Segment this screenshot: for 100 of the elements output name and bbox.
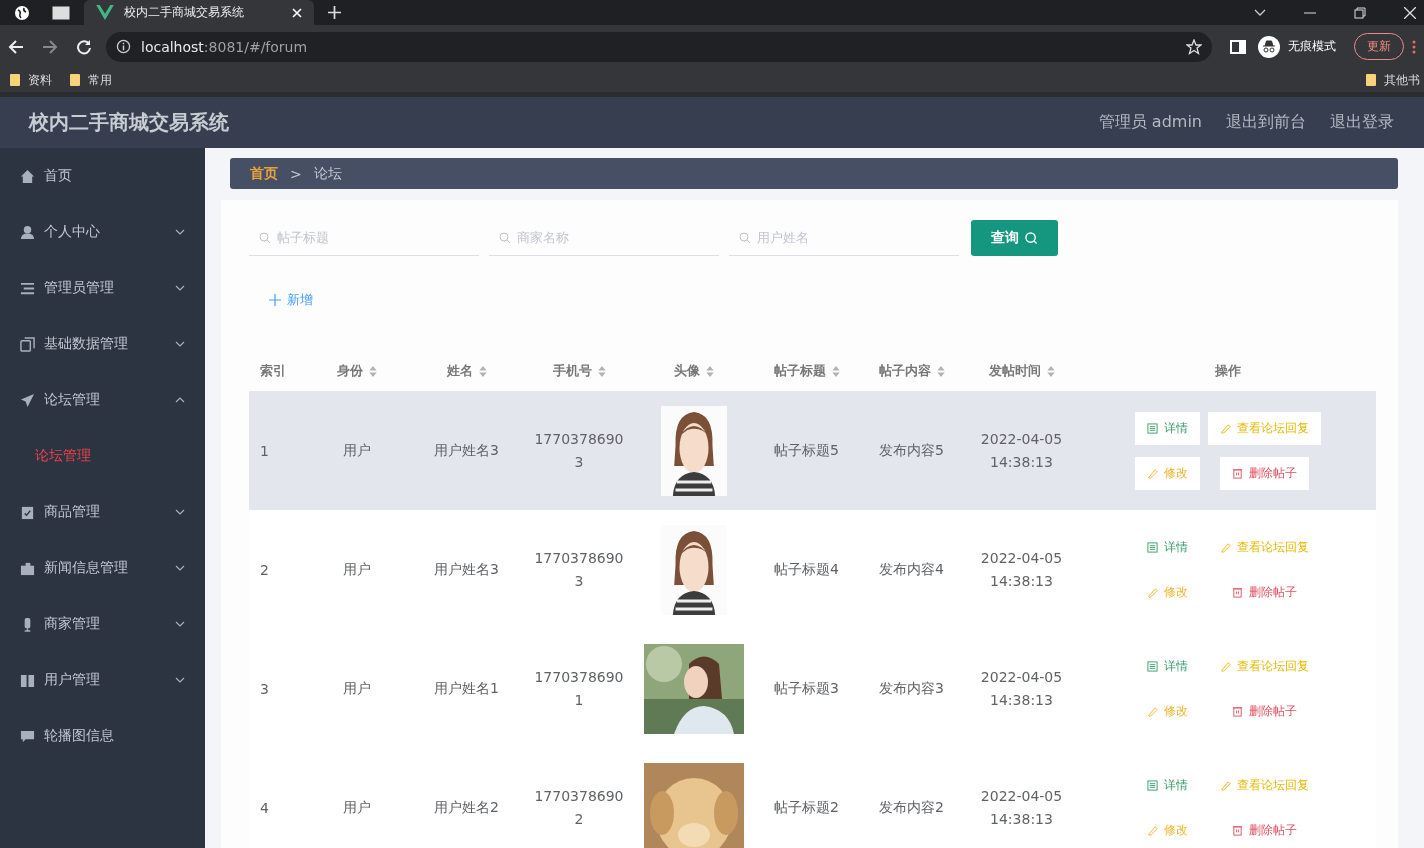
info-icon[interactable] <box>116 39 131 54</box>
table-cell: 用户 <box>342 798 371 817</box>
table-cell: 帖子标题2 <box>774 798 839 817</box>
send-icon <box>20 392 35 408</box>
chevron-down-icon <box>175 341 185 347</box>
vue-logo-icon <box>96 5 114 20</box>
check-icon <box>20 504 35 520</box>
restore-icon[interactable] <box>1354 6 1366 19</box>
table-cell: 发布内容5 <box>879 441 944 460</box>
add-button[interactable]: 新增 <box>269 291 313 309</box>
column-header[interactable]: 帖子标题 <box>754 362 859 380</box>
wallet-icon <box>20 560 35 576</box>
side-panel-icon[interactable] <box>1230 39 1246 54</box>
sidebar-item[interactable]: 基础数据管理 <box>0 316 205 372</box>
sidebar-item[interactable]: 管理员管理 <box>0 260 205 316</box>
table-cell: 发布内容2 <box>879 798 944 817</box>
table-cell: 发布内容3 <box>879 679 944 698</box>
incognito-indicator[interactable]: 无痕模式 <box>1258 35 1336 58</box>
minimize-icon[interactable] <box>1304 11 1316 14</box>
chevron-down-icon <box>175 621 185 627</box>
header-link[interactable]: 管理员 admin <box>1098 112 1202 133</box>
close-icon[interactable] <box>1404 6 1416 19</box>
pencil-icon <box>1219 660 1231 672</box>
breadcrumb-link[interactable]: 论坛 <box>313 164 342 183</box>
address-bar[interactable]: localhost:8081/#/forum <box>106 31 1212 62</box>
back-icon[interactable] <box>8 38 24 55</box>
search-field[interactable]: 用户姓名 <box>729 220 959 256</box>
column-header[interactable]: 手机号 <box>524 362 634 380</box>
reload-icon[interactable] <box>76 38 92 55</box>
incognito-icon <box>1258 35 1280 58</box>
chevron-down-icon[interactable] <box>1254 8 1266 17</box>
star-icon[interactable] <box>1186 38 1202 55</box>
sidebar-item[interactable]: 论坛管理 <box>0 372 205 428</box>
chevron-down-icon <box>175 565 185 571</box>
trash-icon <box>1231 586 1243 598</box>
chevron-down-icon <box>175 229 185 235</box>
sidebar-item[interactable]: 新闻信息管理 <box>0 540 205 596</box>
sidebar-item[interactable]: 首页 <box>0 148 205 204</box>
search-icon <box>739 232 751 244</box>
document-icon <box>1146 541 1158 553</box>
breadcrumb-separator: > <box>290 165 302 182</box>
header-link[interactable]: 退出到前台 <box>1226 112 1306 133</box>
column-header: 操作 <box>1213 362 1242 380</box>
more-icon[interactable] <box>1412 39 1416 54</box>
bookmark-item[interactable]: 资料 <box>10 71 52 89</box>
search-icon <box>1025 231 1038 245</box>
window-icon[interactable] <box>52 5 70 20</box>
table-cell: 用户姓名1 <box>434 679 499 698</box>
table-cell-text: 1770378690 3 <box>534 429 624 472</box>
detail-button[interactable]: 详情 <box>1134 411 1200 445</box>
tab-title: 校内二手商城交易系统 <box>124 4 245 21</box>
sidebar-item[interactable]: 商家管理 <box>0 596 205 652</box>
column-header[interactable]: 帖子内容 <box>859 362 964 380</box>
table-row[interactable]: 1 用户 用户姓名3 1770378690 3 帖子标题5 发布内容5 2022-04-05 14:38:13 详情 查看论坛回复 修改 删除帖子 <box>249 391 1376 510</box>
table-cell-text: 2022-04-05 14:38:13 <box>980 429 1063 472</box>
sidebar-item[interactable]: 商品管理 <box>0 484 205 540</box>
browser-tab[interactable]: 校内二手商城交易系统 <box>84 0 314 25</box>
column-header[interactable]: 姓名 <box>409 362 524 380</box>
home-icon <box>20 168 35 184</box>
column-header[interactable]: 发帖时间 <box>964 362 1079 380</box>
forward-icon[interactable] <box>42 38 58 55</box>
sidebar-item[interactable]: 个人中心 <box>0 204 205 260</box>
pencil-icon <box>1146 586 1158 598</box>
table-cell-text: 1770378690 1 <box>534 667 624 710</box>
book-icon <box>20 672 35 688</box>
user-icon <box>20 224 35 240</box>
table-cell: 用户姓名3 <box>434 560 499 579</box>
document-icon <box>1146 422 1158 434</box>
sidebar-subitem[interactable]: 论坛管理 <box>0 428 205 484</box>
table-cell: 用户 <box>342 441 371 460</box>
document-icon <box>1146 660 1158 672</box>
table-cell: 帖子标题5 <box>774 441 839 460</box>
table-cell: 用户姓名3 <box>434 441 499 460</box>
table-cell: 4 <box>260 799 269 816</box>
chat-icon <box>20 728 35 744</box>
delete-button[interactable]: 删除帖子 <box>1219 456 1309 490</box>
new-tab-icon[interactable] <box>328 6 341 19</box>
bookmark-item[interactable]: 其他书 <box>1366 71 1420 89</box>
search-button[interactable]: 查询 <box>971 220 1058 256</box>
search-field[interactable]: 商家名称 <box>489 220 719 256</box>
sidebar-item[interactable]: 轮播图信息 <box>0 708 205 764</box>
app-title: 校内二手商城交易系统 <box>29 109 229 136</box>
header-link[interactable]: 退出登录 <box>1330 112 1394 133</box>
pencil-icon <box>1219 779 1231 791</box>
search-icon <box>259 232 271 244</box>
table-cell-text: 2022-04-05 14:38:13 <box>980 548 1063 591</box>
chevron-down-icon <box>175 509 185 515</box>
pencil-icon <box>1146 705 1158 717</box>
column-header[interactable]: 身份 <box>304 362 409 380</box>
breadcrumb-link[interactable]: 首页 <box>250 164 278 183</box>
sidebar-item[interactable]: 用户管理 <box>0 652 205 708</box>
pencil-icon <box>1146 467 1158 479</box>
globe-icon[interactable] <box>14 4 30 21</box>
table-cell-text: 2022-04-05 14:38:13 <box>980 667 1063 710</box>
pencil-icon <box>1219 541 1231 553</box>
pencil-icon <box>1219 422 1231 434</box>
url-text: localhost:8081/#/forum <box>141 38 308 55</box>
bookmark-item[interactable]: 常用 <box>70 71 112 89</box>
column-header[interactable]: 头像 <box>634 362 754 380</box>
table-cell-text: 1770378690 3 <box>534 548 624 591</box>
